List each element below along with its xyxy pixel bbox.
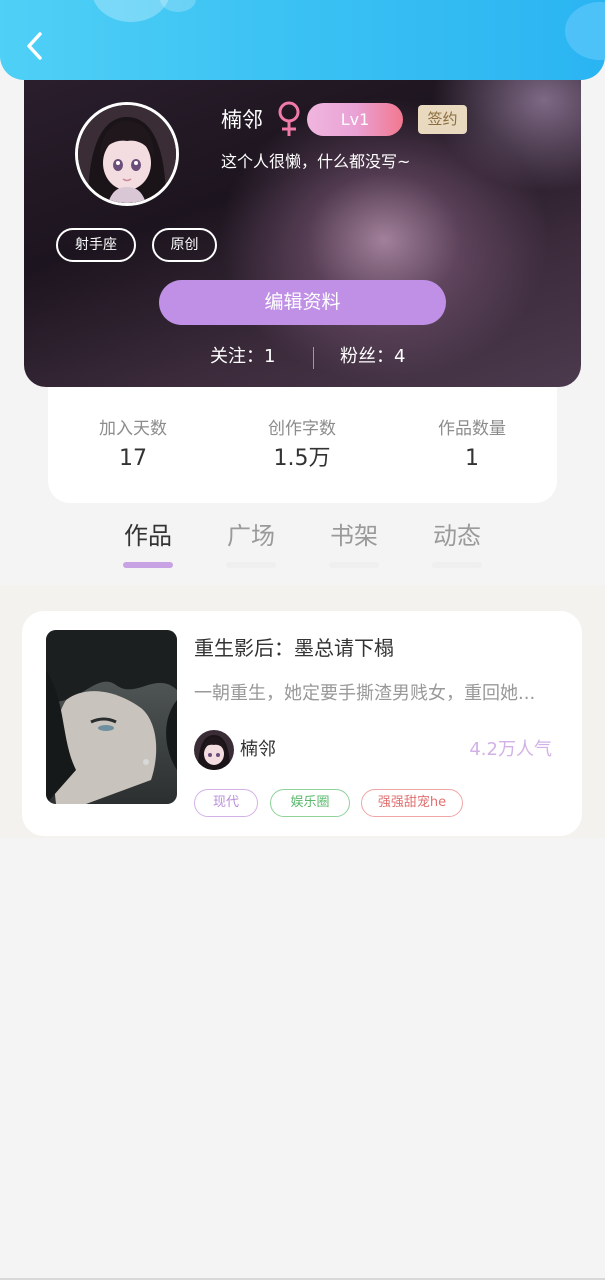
profile-tag[interactable]: 原创 bbox=[152, 228, 217, 262]
works-list: 重生影后：墨总请下榻 一朝重生，她定要手撕渣男贱女，重回她... 楠邻 4.2万… bbox=[0, 585, 605, 838]
avatar-illustration bbox=[78, 105, 176, 203]
profile-tag[interactable]: 射手座 bbox=[56, 228, 136, 262]
stats-card: 加入天数 17 创作字数 1.5万 作品数量 1 bbox=[48, 370, 557, 503]
chevron-left-icon bbox=[27, 32, 42, 60]
tab-bookshelf[interactable]: 书架 bbox=[319, 516, 389, 568]
user-bio: 这个人很懒，什么都没写~ bbox=[221, 152, 411, 171]
tab-indicator bbox=[329, 562, 379, 568]
stat-value: 17 bbox=[119, 446, 147, 471]
back-button[interactable] bbox=[18, 28, 50, 64]
book-description: 一朝重生，她定要手撕渣男贱女，重回她... bbox=[194, 683, 536, 704]
top-bar bbox=[0, 0, 605, 80]
decorative-bubble bbox=[565, 2, 605, 60]
tab-label: 书架 bbox=[330, 522, 378, 550]
stat-works-count: 作品数量 1 bbox=[402, 416, 542, 476]
divider bbox=[313, 347, 314, 369]
profile-card: 楠邻 Lv1 签约 这个人很懒，什么都没写~ 射手座 原创 编辑资料 关注：1 … bbox=[24, 60, 581, 387]
tab-activity[interactable]: 动态 bbox=[422, 516, 492, 568]
stat-join-days: 加入天数 17 bbox=[63, 416, 203, 476]
genre-tag[interactable]: 强强甜宠he bbox=[361, 789, 463, 817]
tab-square[interactable]: 广场 bbox=[216, 516, 286, 568]
work-card[interactable]: 重生影后：墨总请下榻 一朝重生，她定要手撕渣男贱女，重回她... 楠邻 4.2万… bbox=[22, 611, 582, 836]
genre-tag[interactable]: 现代 bbox=[194, 789, 258, 817]
stat-value: 1 bbox=[465, 446, 479, 471]
stat-label: 创作字数 bbox=[268, 419, 336, 439]
female-symbol-icon bbox=[278, 101, 300, 136]
tab-indicator bbox=[432, 562, 482, 568]
tab-works[interactable]: 作品 bbox=[113, 516, 183, 568]
stat-value: 1.5万 bbox=[273, 446, 331, 471]
tab-label: 作品 bbox=[124, 522, 172, 550]
following-count[interactable]: 关注：1 bbox=[210, 342, 275, 372]
tab-label: 广场 bbox=[227, 522, 275, 550]
author-avatar-illustration bbox=[194, 730, 234, 770]
decorative-bubble bbox=[92, 0, 170, 22]
tab-label: 动态 bbox=[433, 522, 481, 550]
fans-count[interactable]: 粉丝：4 bbox=[340, 342, 405, 372]
tab-indicator bbox=[123, 562, 173, 568]
level-badge: Lv1 bbox=[307, 103, 403, 136]
author-name: 楠邻 bbox=[240, 739, 276, 760]
content-tabs: 作品 广场 书架 动态 bbox=[0, 516, 605, 576]
user-name: 楠邻 bbox=[221, 108, 263, 132]
genre-tag[interactable]: 娱乐圈 bbox=[270, 789, 350, 817]
book-title[interactable]: 重生影后：墨总请下榻 bbox=[194, 633, 394, 663]
book-cover[interactable] bbox=[46, 630, 177, 804]
follow-stats: 关注：1 粉丝：4 bbox=[24, 342, 581, 372]
edit-profile-button[interactable]: 编辑资料 bbox=[159, 280, 446, 325]
tab-indicator bbox=[226, 562, 276, 568]
book-cover-illustration bbox=[46, 630, 177, 804]
stat-label: 加入天数 bbox=[99, 419, 167, 439]
stat-word-count: 创作字数 1.5万 bbox=[232, 416, 372, 476]
popularity-count: 4.2万人气 bbox=[469, 739, 552, 760]
avatar[interactable] bbox=[75, 102, 179, 206]
author-avatar bbox=[194, 730, 234, 770]
signed-badge: 签约 bbox=[418, 105, 467, 134]
stat-label: 作品数量 bbox=[438, 419, 506, 439]
decorative-bubble bbox=[160, 0, 196, 12]
